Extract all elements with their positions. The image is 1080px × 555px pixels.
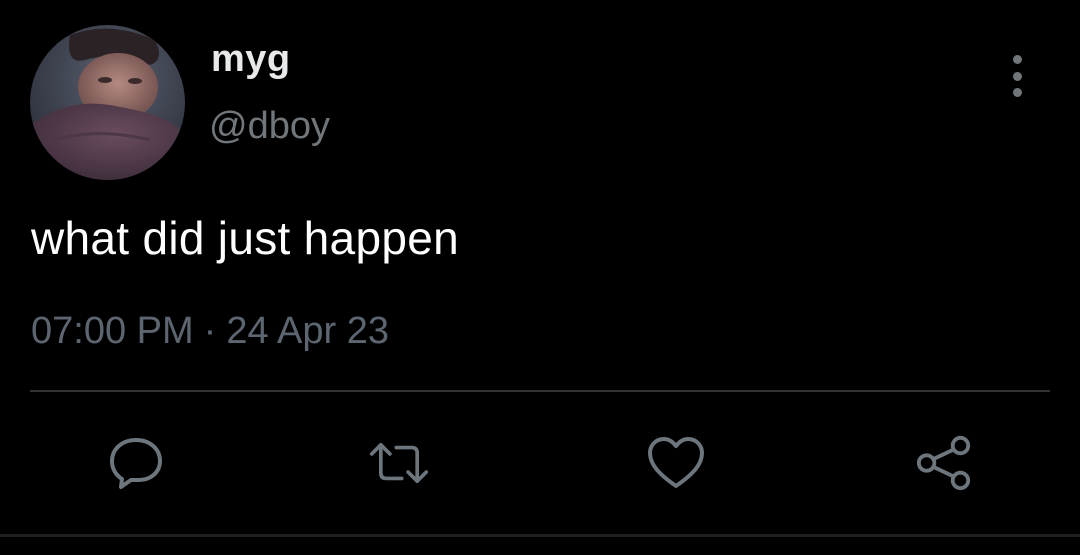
tweet-time: 07:00 PM	[31, 310, 194, 352]
reply-button[interactable]	[106, 433, 166, 493]
tweet-card: myg @dboy what did just happen 07:00 PM ·…	[0, 0, 1080, 555]
share-icon	[916, 435, 971, 491]
avatar-image	[30, 25, 185, 180]
more-options-button[interactable]	[1000, 55, 1034, 97]
more-vertical-icon	[1012, 55, 1022, 64]
heart-icon	[648, 437, 704, 488]
tweet-text: what did just happen	[31, 212, 459, 264]
user-handle[interactable]: @dboy	[209, 105, 330, 148]
avatar[interactable]	[30, 25, 185, 180]
share-button[interactable]	[914, 433, 974, 493]
divider	[30, 390, 1050, 392]
retweet-button[interactable]	[369, 433, 429, 493]
meta-separator: ·	[203, 310, 217, 352]
reply-icon	[110, 438, 162, 489]
tweet-date: 24 Apr 23	[226, 310, 389, 352]
like-button[interactable]	[646, 433, 706, 493]
bottom-divider	[0, 534, 1080, 537]
more-vertical-icon-dot	[1012, 88, 1022, 97]
retweet-icon	[369, 443, 429, 483]
more-vertical-icon-dot	[1012, 71, 1022, 81]
tweet-timestamp[interactable]: 07:00 PM · 24 Apr 23	[31, 310, 389, 353]
display-name[interactable]: myg	[211, 38, 291, 81]
